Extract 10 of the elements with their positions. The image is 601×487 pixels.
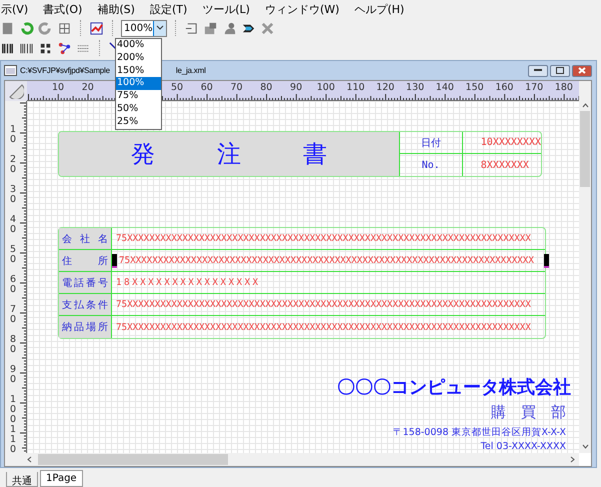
field-label: 納品場所 — [59, 316, 112, 338]
field-label: 支払条件 — [59, 294, 112, 315]
field-label: 日付 — [400, 132, 463, 154]
field-label: No. — [400, 154, 463, 176]
field-label: 会社名 — [59, 228, 112, 249]
window-title: le_ja.xml — [176, 66, 206, 75]
vertical-ruler: 10 20 30 40 50 60 70 80 90 100 110 — [5, 101, 27, 453]
field-label: 住所 — [59, 250, 112, 271]
window-title: C:¥SVFJP¥svfjpd¥Sample — [20, 66, 110, 75]
field-label: 電話番号 — [59, 272, 112, 293]
